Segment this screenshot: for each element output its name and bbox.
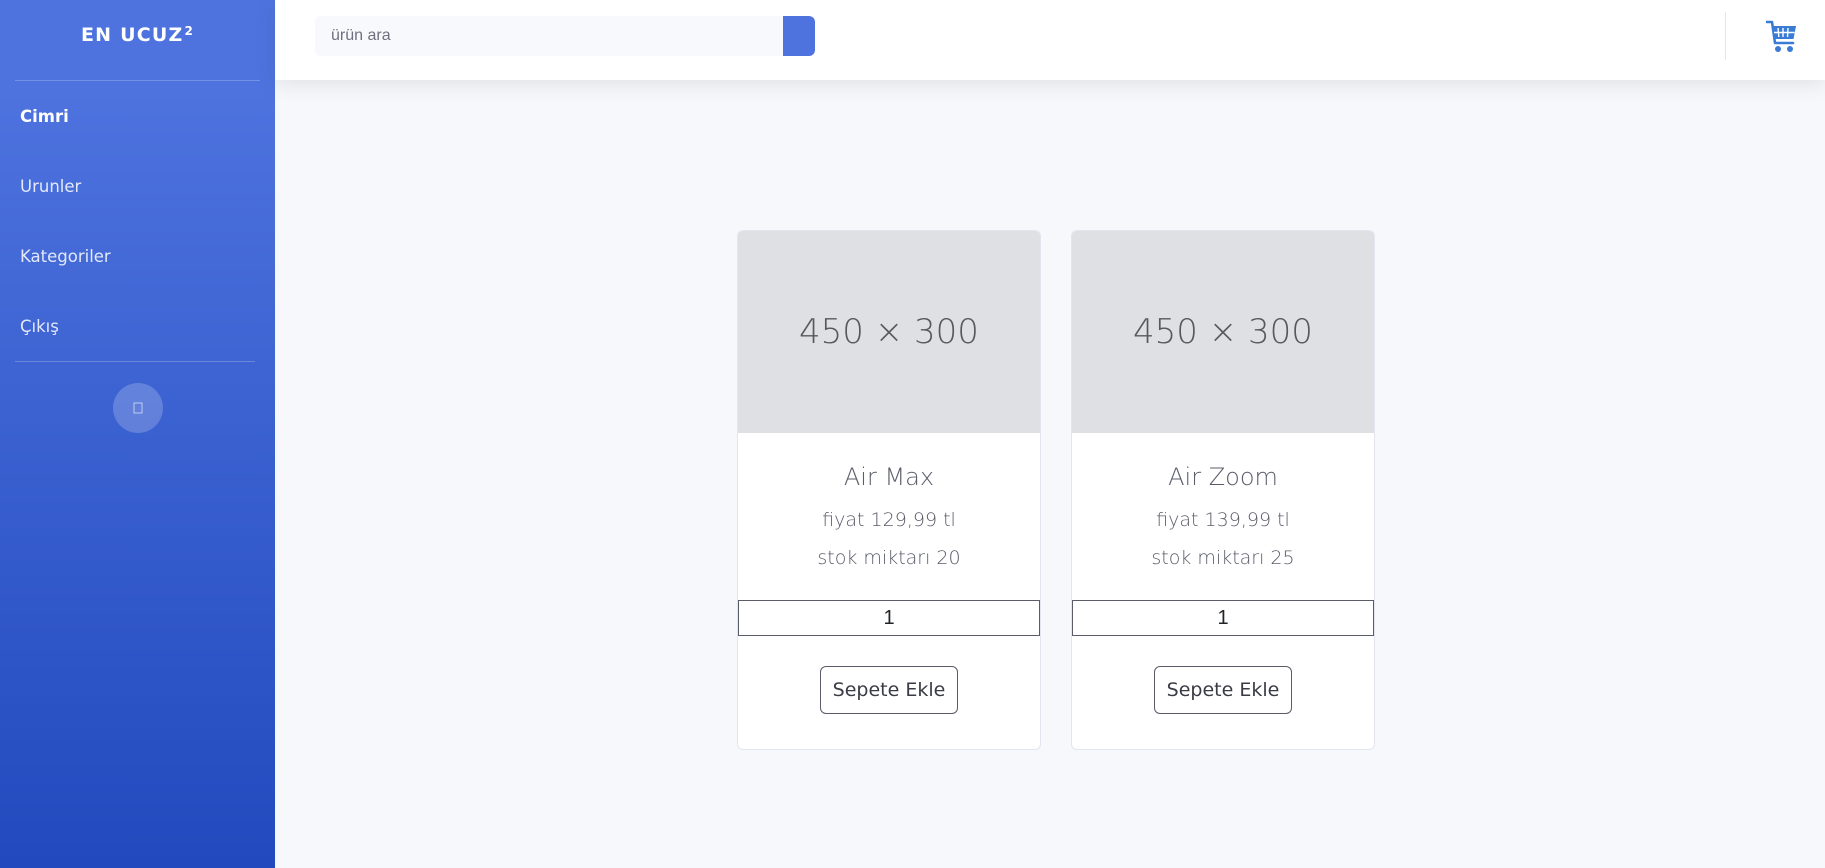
sidebar-toggle-button[interactable] <box>112 383 163 433</box>
sidebar-item-label: Kategoriler <box>20 246 111 266</box>
product-name: Air Max <box>843 463 935 491</box>
topbar-divider <box>1725 12 1726 60</box>
sidebar-item-cimri[interactable]: Cimri <box>0 81 275 151</box>
search-button[interactable] <box>783 16 815 56</box>
sidebar-item-label: Cimri <box>20 106 69 126</box>
topbar <box>275 0 1825 80</box>
search-input[interactable] <box>315 16 783 56</box>
brand-sup: 2 <box>184 24 195 38</box>
brand-text: EN UCUZ <box>80 24 184 46</box>
product-card: 450 × 300 Air Max fiyat 129,99 tl stok m… <box>737 230 1041 750</box>
product-card: 450 × 300 Air Zoom fiyat 139,99 tl stok … <box>1071 230 1375 750</box>
quantity-input[interactable] <box>1072 600 1374 636</box>
cart-icon <box>1766 20 1796 52</box>
cart-button[interactable] <box>1765 18 1799 56</box>
sidebar-nav: Cimri Urunler Kategoriler Çıkış <box>0 81 275 361</box>
sidebar-item-label: Çıkış <box>20 316 59 336</box>
sidebar-item-kategoriler[interactable]: Kategoriler <box>0 221 275 291</box>
sidebar: EN UCUZ 2 Cimri Urunler Kategoriler Çıkış <box>0 0 275 868</box>
chevron-left-icon <box>133 402 142 414</box>
product-price: fiyat 139,99 tl <box>1156 509 1290 531</box>
brand-logo[interactable]: EN UCUZ 2 <box>0 0 275 70</box>
product-price: fiyat 129,99 tl <box>822 509 956 531</box>
add-to-cart-button[interactable]: Sepete Ekle <box>1154 666 1292 714</box>
product-stock: stok miktarı 20 <box>817 547 961 569</box>
product-image-placeholder: 450 × 300 <box>738 231 1040 433</box>
add-to-cart-button[interactable]: Sepete Ekle <box>820 666 958 714</box>
search-icon <box>793 30 806 43</box>
sidebar-item-urunler[interactable]: Urunler <box>0 151 275 221</box>
product-image-placeholder: 450 × 300 <box>1072 231 1374 433</box>
product-name: Air Zoom <box>1168 463 1278 491</box>
quantity-input[interactable] <box>738 600 1040 636</box>
sidebar-item-label: Urunler <box>20 176 82 196</box>
product-stock: stok miktarı 25 <box>1151 547 1295 569</box>
sidebar-item-cikis[interactable]: Çıkış <box>0 291 275 361</box>
sidebar-divider-bottom <box>15 361 255 362</box>
search-form <box>315 16 815 56</box>
